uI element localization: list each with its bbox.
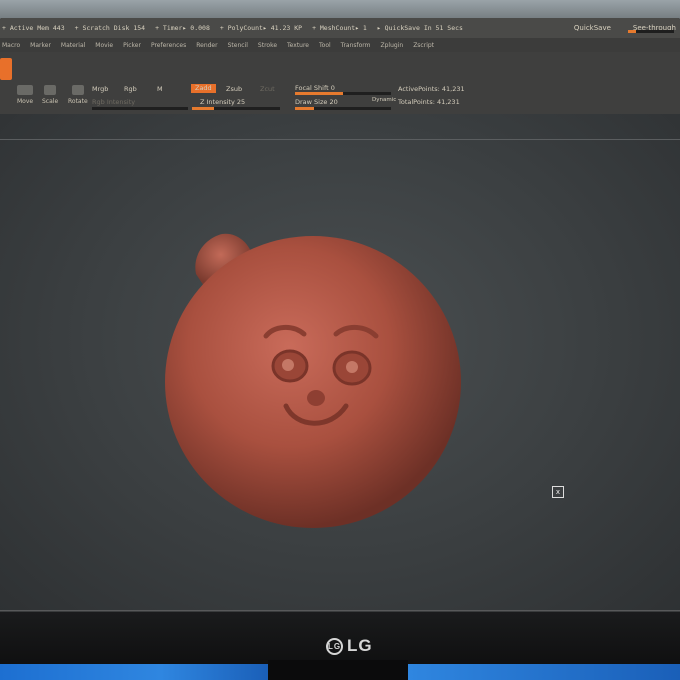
transpose-icon[interactable]: x bbox=[552, 486, 564, 498]
rotate-label: Rotate bbox=[68, 98, 88, 105]
zsub-button[interactable]: Zsub bbox=[226, 85, 242, 93]
lg-logo-icon: LG bbox=[326, 638, 343, 656]
model-head bbox=[165, 236, 461, 528]
monitor-screen: + Active Mem 443 + Scratch Disk 154 + Ti… bbox=[0, 18, 680, 618]
rgb-intensity-label: Rgb Intensity bbox=[92, 98, 136, 106]
move-label: Move bbox=[17, 98, 34, 105]
draw-size-fill bbox=[295, 107, 315, 110]
menu-item-movie[interactable]: Movie bbox=[95, 42, 113, 49]
menu-bar: Macro Marker Material Movie Picker Preference… bbox=[0, 38, 680, 52]
monitor-logo: LG LG bbox=[326, 636, 373, 656]
sculpt-model[interactable] bbox=[0, 114, 680, 614]
focal-shift-slider[interactable] bbox=[295, 92, 391, 95]
rotate-button[interactable] bbox=[72, 85, 84, 95]
right-pupil bbox=[346, 361, 358, 373]
z-intensity-label: Z Intensity 25 bbox=[200, 98, 246, 106]
mrgb-button[interactable]: Mrgb bbox=[92, 85, 108, 93]
menu-item-macro[interactable]: Macro bbox=[2, 42, 20, 49]
shelf-divider bbox=[0, 139, 680, 140]
active-mem-readout: + Active Mem 443 bbox=[2, 24, 65, 32]
canvas-viewport[interactable]: x bbox=[0, 114, 680, 614]
status-right: QuickSave See-through bbox=[574, 18, 680, 38]
menu-item-stencil[interactable]: Stencil bbox=[228, 42, 248, 49]
model-nose bbox=[307, 390, 325, 406]
scratch-disk-readout: + Scratch Disk 154 bbox=[74, 24, 146, 32]
menu-item-marker[interactable]: Marker bbox=[30, 42, 51, 49]
menu-item-picker[interactable]: Picker bbox=[123, 42, 141, 49]
desk-surface bbox=[0, 664, 268, 680]
active-points-readout: ActivePoints: 41,231 bbox=[398, 85, 465, 93]
menu-item-transform[interactable]: Transform bbox=[341, 42, 371, 49]
menu-item-tool[interactable]: Tool bbox=[319, 42, 331, 49]
tool-shelf: Move Scale Rotate Mrgb Rgb M Rgb Intensi… bbox=[0, 52, 680, 114]
quicksave-button[interactable]: QuickSave bbox=[574, 24, 611, 32]
z-intensity-slider[interactable] bbox=[192, 107, 280, 110]
total-points-readout: TotalPoints: 41,231 bbox=[398, 98, 460, 106]
desk-surface-right bbox=[408, 664, 680, 680]
menu-item-zplugin[interactable]: Zplugin bbox=[381, 42, 404, 49]
left-pupil bbox=[282, 359, 294, 371]
menu-item-zscript[interactable]: Zscript bbox=[413, 42, 434, 49]
quicksave-readout: ▸ QuickSave In 51 Secs bbox=[376, 24, 463, 32]
z-intensity-fill bbox=[192, 107, 214, 110]
menu-item-stroke[interactable]: Stroke bbox=[258, 42, 277, 49]
menu-item-render[interactable]: Render bbox=[196, 42, 217, 49]
rgb-intensity-slider[interactable] bbox=[92, 107, 188, 110]
see-through-track[interactable] bbox=[628, 30, 674, 33]
menu-item-preferences[interactable]: Preferences bbox=[151, 42, 186, 49]
menu-item-texture[interactable]: Texture bbox=[287, 42, 309, 49]
move-button[interactable] bbox=[17, 85, 33, 95]
draw-button[interactable] bbox=[0, 58, 12, 80]
m-button[interactable]: M bbox=[157, 85, 163, 93]
monitor-stand bbox=[268, 660, 408, 680]
rgb-button[interactable]: Rgb bbox=[124, 85, 137, 93]
scale-button[interactable] bbox=[44, 85, 56, 95]
dynamic-button[interactable]: Dynamic bbox=[372, 97, 396, 103]
menu-item-material[interactable]: Material bbox=[61, 42, 85, 49]
draw-size-label: Draw Size 20 bbox=[295, 98, 338, 106]
scale-label: Scale bbox=[42, 98, 59, 105]
draw-size-slider[interactable] bbox=[295, 107, 391, 110]
timer-readout: + Timer▸ 0.008 bbox=[155, 24, 210, 32]
logo-text: LG bbox=[347, 636, 373, 655]
zcut-button[interactable]: Zcut bbox=[260, 85, 275, 93]
polycount-readout: + PolyCount▸ 41.23 KP bbox=[219, 24, 303, 32]
zadd-button[interactable]: Zadd bbox=[191, 84, 216, 93]
meshcount-readout: + MeshCount▸ 1 bbox=[312, 24, 367, 32]
focal-shift-label: Focal Shift 0 bbox=[295, 84, 335, 92]
